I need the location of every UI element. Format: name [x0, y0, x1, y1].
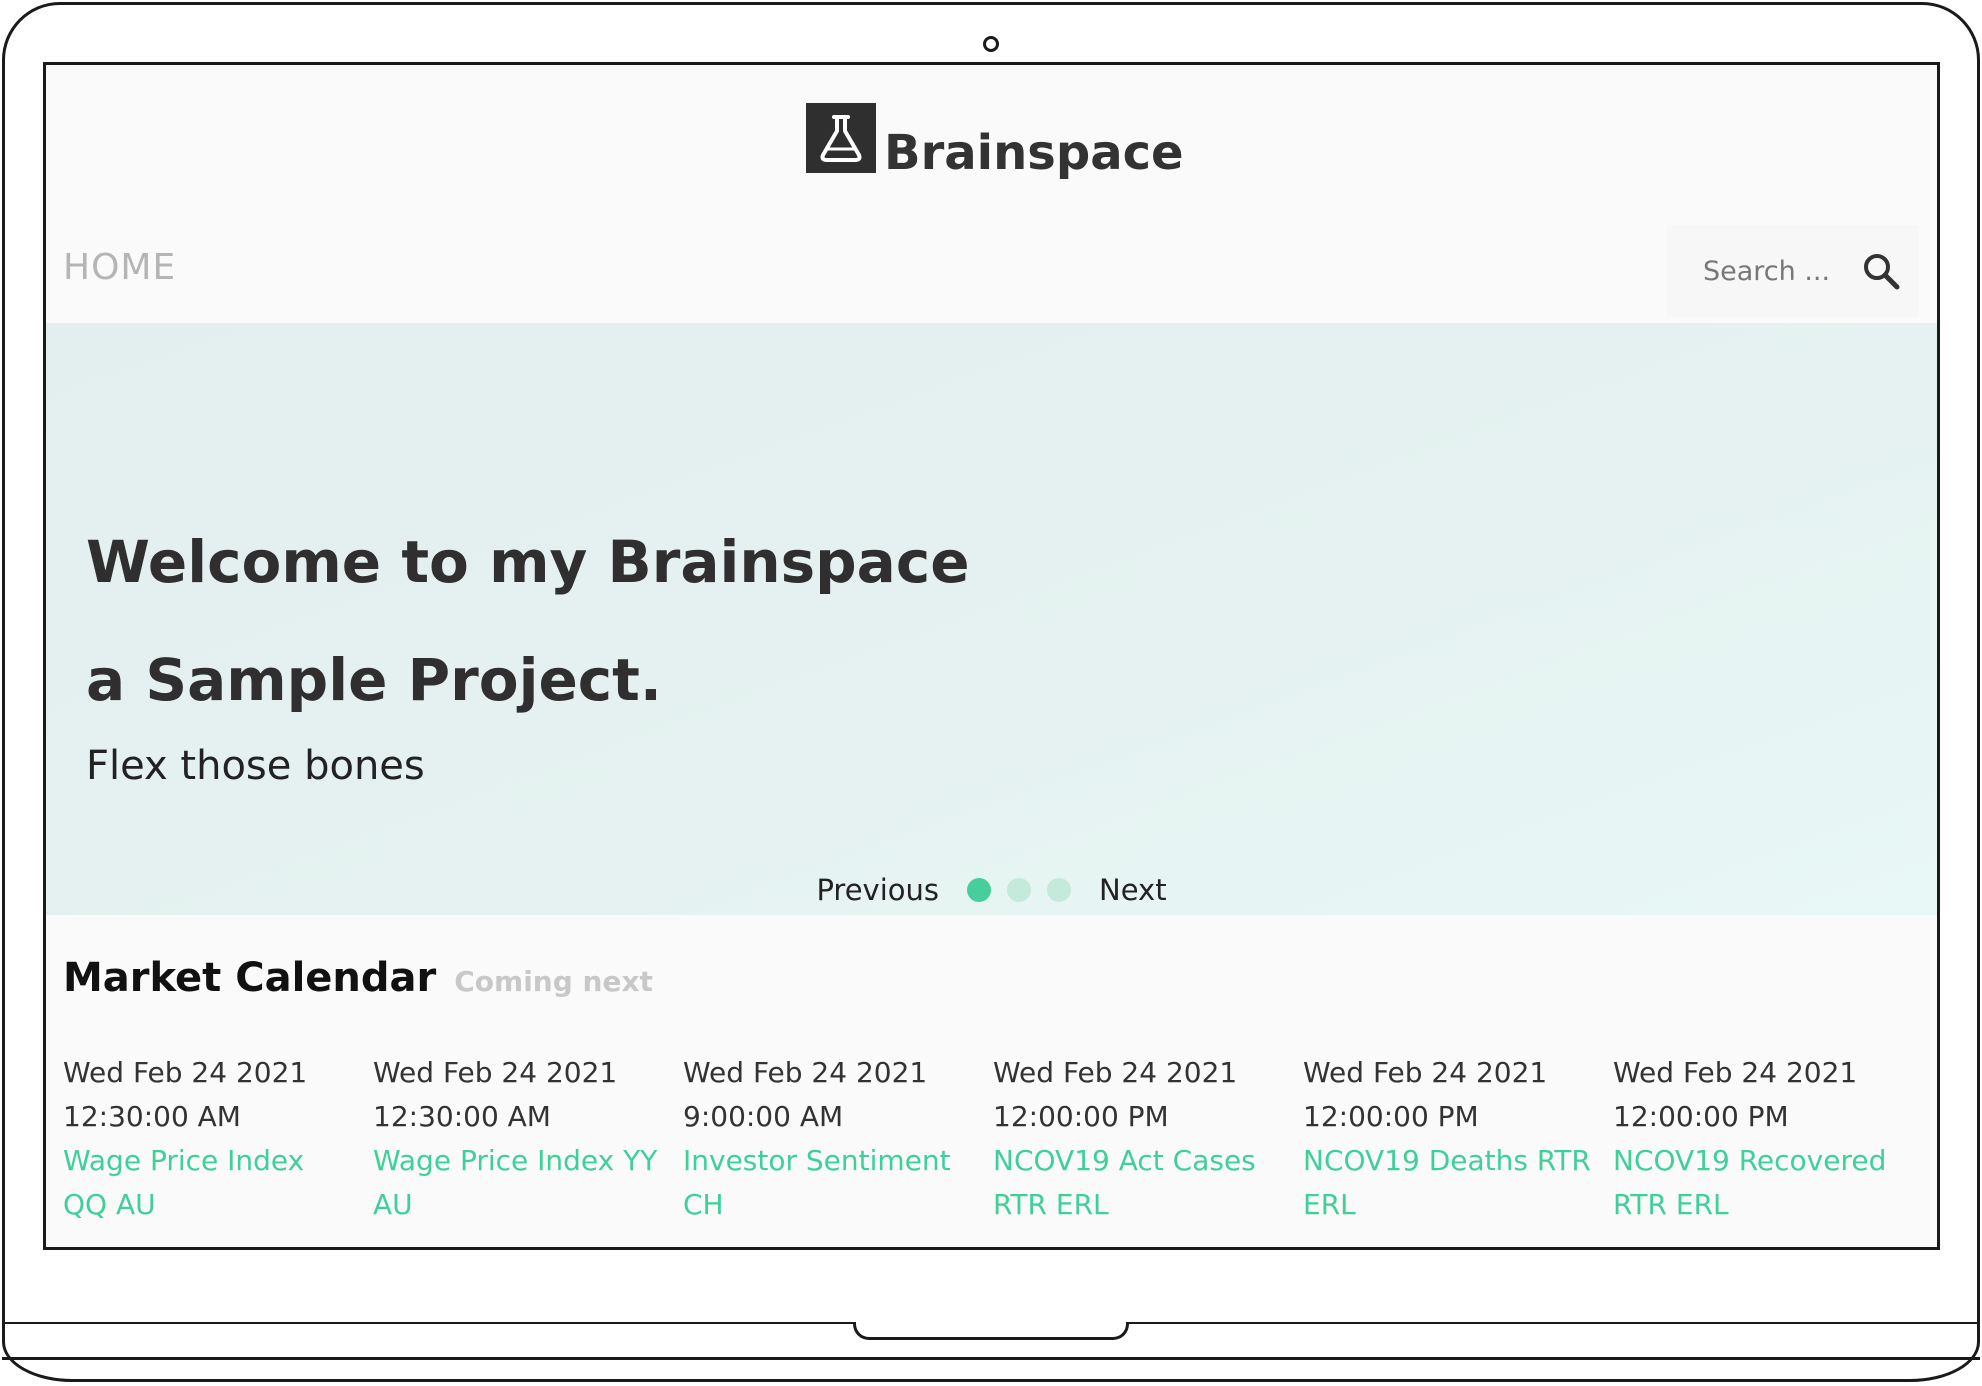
event-link[interactable]: NCOV19 Deaths RTR ERL [1303, 1139, 1593, 1227]
carousel-dot-2[interactable] [1007, 878, 1031, 902]
hero-title: Welcome to my Brainspace a Sample Projec… [86, 503, 970, 739]
event-time: 12:30:00 AM [63, 1100, 241, 1133]
carousel-indicators [967, 878, 1071, 902]
site-brand[interactable]: Brainspace [806, 93, 1184, 183]
calendar-title: Market Calendar [63, 955, 437, 1001]
event-link[interactable]: Wage Price Index YY AU [373, 1139, 663, 1227]
hero-carousel: Welcome to my Brainspace a Sample Projec… [46, 323, 1937, 915]
event-date: Wed Feb 24 2021 [993, 1056, 1238, 1089]
camera-icon [983, 36, 999, 52]
event-date: Wed Feb 24 2021 [1613, 1056, 1858, 1089]
carousel-previous-button[interactable]: Previous [816, 873, 939, 907]
calendar-heading: Market Calendar Coming next [63, 955, 653, 1001]
market-calendar: Market Calendar Coming next Wed Feb 24 2… [46, 915, 1937, 1247]
flask-icon [806, 103, 876, 173]
search-box [1667, 225, 1919, 317]
event-link[interactable]: Investor Sentiment CH [683, 1139, 973, 1227]
event-time: 12:00:00 PM [1613, 1100, 1789, 1133]
calendar-event: Wed Feb 24 2021 12:00:00 PM NCOV19 Death… [1303, 1051, 1613, 1227]
carousel-next-button[interactable]: Next [1099, 873, 1167, 907]
calendar-event: Wed Feb 24 2021 9:00:00 AM Investor Sent… [683, 1051, 993, 1227]
carousel-dot-1[interactable] [967, 878, 991, 902]
carousel-dot-3[interactable] [1047, 878, 1071, 902]
hero-title-line-1: Welcome to my Brainspace [86, 528, 970, 596]
calendar-subtitle: Coming next [454, 965, 653, 998]
event-link[interactable]: NCOV19 Act Cases RTR ERL [993, 1139, 1283, 1227]
event-time: 9:00:00 AM [683, 1100, 844, 1133]
search-input[interactable] [1701, 254, 1851, 288]
event-date: Wed Feb 24 2021 [373, 1056, 618, 1089]
event-link[interactable]: Wage Price Index QQ AU [63, 1139, 353, 1227]
top-nav: HOME [46, 225, 1937, 325]
event-time: 12:00:00 PM [1303, 1100, 1479, 1133]
calendar-event: Wed Feb 24 2021 12:00:00 PM NCOV19 Recov… [1613, 1051, 1923, 1227]
event-date: Wed Feb 24 2021 [1303, 1056, 1548, 1089]
calendar-event: Wed Feb 24 2021 12:30:00 AM Wage Price I… [373, 1051, 683, 1227]
event-time: 12:30:00 AM [373, 1100, 551, 1133]
brand-name: Brainspace [884, 125, 1184, 181]
laptop-base-edge [2, 1357, 1980, 1360]
calendar-event: Wed Feb 24 2021 12:30:00 AM Wage Price I… [63, 1051, 373, 1227]
nav-home-link[interactable]: HOME [63, 247, 176, 288]
event-time: 12:00:00 PM [993, 1100, 1169, 1133]
event-date: Wed Feb 24 2021 [63, 1056, 308, 1089]
hero-subtitle: Flex those bones [86, 743, 425, 789]
calendar-event: Wed Feb 24 2021 12:00:00 PM NCOV19 Act C… [993, 1051, 1303, 1227]
browser-screen: Brainspace HOME Welcome to my Brainspace… [43, 62, 1940, 1250]
calendar-event-list: Wed Feb 24 2021 12:30:00 AM Wage Price I… [63, 1051, 1923, 1227]
laptop-notch [853, 1322, 1129, 1340]
hero-title-line-2: a Sample Project. [86, 646, 662, 714]
carousel-controls: Previous Next [46, 873, 1937, 907]
event-date: Wed Feb 24 2021 [683, 1056, 928, 1089]
event-link[interactable]: NCOV19 Recovered RTR ERL [1613, 1139, 1903, 1227]
search-icon[interactable] [1859, 249, 1903, 293]
